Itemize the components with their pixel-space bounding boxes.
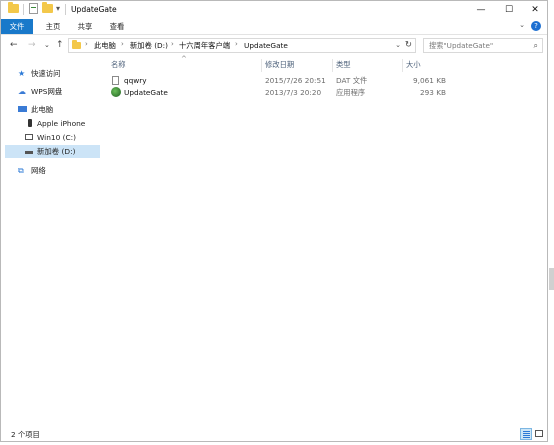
maximize-button[interactable]: ☐ [495, 1, 523, 19]
sidebar-item-network[interactable]: ⧉ 网络 [5, 164, 100, 177]
column-divider[interactable] [332, 59, 333, 72]
column-header-size[interactable]: 大小 [406, 60, 421, 70]
status-bar: 2 个项目 [1, 425, 547, 442]
folder-icon [72, 40, 81, 49]
details-view-button[interactable] [520, 428, 532, 440]
column-header-name[interactable]: 名称 [111, 60, 126, 70]
breadcrumb-separator[interactable]: › [121, 40, 124, 48]
navigation-pane: ★ 快速访问 ☁ WPS网盘 此电脑 Apple iPhone Win10 (C… [1, 57, 100, 425]
tab-home[interactable]: 主页 [41, 19, 65, 34]
customize-quick-access-icon[interactable]: ▾ [56, 4, 60, 13]
file-name: UpdateGate [124, 88, 168, 97]
network-icon: ⧉ [18, 166, 24, 175]
expand-ribbon-icon[interactable]: ⌄ [519, 21, 525, 29]
navigation-bar: ← → ⌄ ↑ › 此电脑 › 新加卷 (D:) › 十六周年客户端 › Upd… [1, 35, 547, 57]
breadcrumb-updategate[interactable]: UpdateGate [244, 41, 288, 50]
file-size: 9,061 KB [413, 76, 446, 85]
phone-icon [28, 119, 32, 127]
breadcrumb-drive-d[interactable]: 新加卷 (D:) [130, 41, 168, 51]
sidebar-item-label: Apple iPhone [37, 119, 86, 128]
sidebar-item-quick-access[interactable]: ★ 快速访问 [5, 67, 100, 80]
large-icons-view-button[interactable] [534, 428, 546, 440]
new-folder-icon[interactable] [42, 2, 53, 13]
column-divider[interactable] [261, 59, 262, 72]
folder-icon [8, 2, 19, 13]
sidebar-item-label: 网络 [31, 166, 46, 175]
breadcrumb-separator[interactable]: › [171, 40, 174, 48]
breadcrumb-separator[interactable]: › [85, 40, 88, 48]
refresh-icon[interactable]: ↻ [405, 40, 412, 50]
file-size: 293 KB [419, 88, 446, 97]
address-dropdown-icon[interactable]: ⌄ [395, 41, 401, 49]
item-count: 2 个项目 [11, 430, 40, 439]
cloud-icon: ☁ [18, 87, 26, 96]
drive-icon [25, 151, 33, 154]
divider [23, 4, 24, 15]
file-type: 应用程序 [336, 88, 366, 97]
tab-file[interactable]: 文件 [1, 19, 33, 34]
up-button[interactable]: ↑ [56, 40, 64, 50]
sidebar-item-label: WPS网盘 [31, 87, 63, 96]
file-name: qqwry [124, 76, 147, 85]
file-list: ^ 名称 修改日期 类型 大小 qqwry 2015/7/26 20:51 DA… [100, 55, 547, 425]
search-input[interactable]: 搜索"UpdateGate" [429, 41, 493, 51]
explorer-window: ▾ UpdateGate — ☐ ✕ 文件 主页 共享 查看 ⌄ ? ← → ⌄… [0, 0, 548, 442]
divider [65, 4, 66, 15]
search-icon[interactable]: ⌕ [534, 41, 538, 51]
sort-ascending-icon: ^ [181, 55, 187, 63]
ribbon-tabs: 文件 主页 共享 查看 ⌄ ? [1, 19, 547, 35]
sidebar-item-this-pc[interactable]: 此电脑 [5, 103, 100, 116]
sidebar-item-label: Win10 (C:) [37, 133, 77, 142]
sidebar-item-drive-d[interactable]: 新加卷 (D:) [5, 145, 100, 158]
sidebar-item-label: 新加卷 (D:) [37, 147, 76, 156]
column-header-type[interactable]: 类型 [336, 60, 351, 70]
document-icon [112, 76, 119, 85]
tab-view[interactable]: 查看 [105, 19, 129, 34]
application-icon [111, 87, 121, 97]
table-row[interactable]: qqwry 2015/7/26 20:51 DAT 文件 9,061 KB [100, 75, 450, 87]
help-icon[interactable]: ? [531, 21, 541, 31]
back-button[interactable]: ← [10, 40, 18, 50]
recent-locations-button[interactable]: ⌄ [44, 41, 50, 49]
window-title: UpdateGate [71, 5, 117, 14]
table-row[interactable]: UpdateGate 2013/7/3 20:20 应用程序 293 KB [100, 87, 450, 99]
column-header-modified[interactable]: 修改日期 [265, 60, 294, 70]
sidebar-item-drive-c[interactable]: Win10 (C:) [5, 131, 100, 144]
address-bar[interactable]: › 此电脑 › 新加卷 (D:) › 十六周年客户端 › UpdateGate … [68, 38, 416, 53]
properties-icon[interactable] [29, 3, 38, 14]
close-button[interactable]: ✕ [521, 1, 549, 19]
breadcrumb-this-pc[interactable]: 此电脑 [94, 41, 116, 51]
title-bar: ▾ UpdateGate — ☐ ✕ [1, 1, 547, 19]
tab-share[interactable]: 共享 [73, 19, 97, 34]
sidebar-item-wps-cloud[interactable]: ☁ WPS网盘 [5, 85, 100, 98]
sidebar-item-label: 此电脑 [31, 105, 54, 114]
breadcrumb-client-folder[interactable]: 十六周年客户端 [179, 41, 230, 51]
drive-icon [25, 134, 33, 140]
search-box[interactable]: 搜索"UpdateGate" ⌕ [423, 38, 543, 53]
star-icon: ★ [18, 69, 26, 78]
file-modified: 2013/7/3 20:20 [265, 88, 322, 97]
forward-button[interactable]: → [28, 40, 36, 50]
sidebar-item-apple-iphone[interactable]: Apple iPhone [5, 117, 100, 130]
file-type: DAT 文件 [336, 76, 368, 85]
minimize-button[interactable]: — [467, 1, 495, 19]
file-modified: 2015/7/26 20:51 [265, 76, 326, 85]
window-resize-edge[interactable] [549, 268, 554, 290]
sidebar-item-label: 快速访问 [31, 69, 61, 78]
computer-icon [18, 106, 27, 112]
column-divider[interactable] [402, 59, 403, 72]
breadcrumb-separator[interactable]: › [235, 40, 238, 48]
